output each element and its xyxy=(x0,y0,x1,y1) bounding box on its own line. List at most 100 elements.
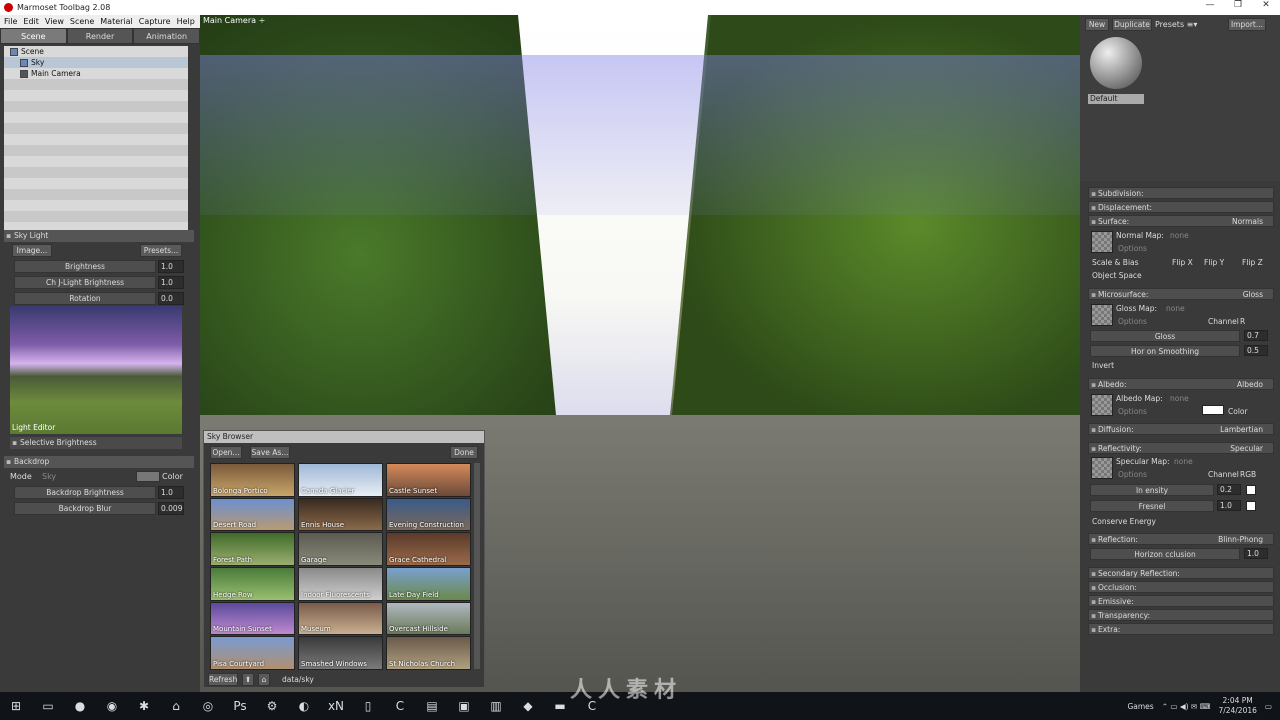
home-icon[interactable]: ⌂ xyxy=(258,672,270,686)
albedo-color-swatch[interactable] xyxy=(1202,405,1224,415)
brightness-slider[interactable]: Brightness xyxy=(14,260,156,273)
tray-icons[interactable]: ⌃ ▭ ◀) ✉ ⌨ xyxy=(1162,702,1211,711)
notification-icon[interactable]: ▭ xyxy=(1265,702,1272,711)
sky-light-header[interactable]: Sky Light xyxy=(4,230,194,242)
sky-thumbnail[interactable]: St Nicholas Church xyxy=(386,636,471,671)
flip-z-checkbox[interactable]: Flip Z xyxy=(1242,258,1263,267)
backdrop-header[interactable]: Backdrop xyxy=(4,456,194,468)
backdrop-brightness-value[interactable]: 1.0 xyxy=(158,486,184,499)
rotation-value[interactable]: 0.0 xyxy=(158,292,184,305)
sky-thumbnail[interactable]: Canada Glacier xyxy=(298,463,383,497)
child-light-brightness-value[interactable]: 1.0 xyxy=(158,276,184,289)
sky-thumbnail[interactable]: Bolonga Portico xyxy=(210,463,295,497)
sky-thumbnail[interactable]: Pisa Courtyard xyxy=(210,636,295,671)
presets-button[interactable]: Presets... xyxy=(140,244,182,257)
albedo-section[interactable]: Albedo:Albedo xyxy=(1088,378,1274,390)
specular-map-options[interactable]: Options xyxy=(1118,470,1147,479)
taskbar-app-icon[interactable]: xN xyxy=(325,695,347,717)
normal-map-slot[interactable] xyxy=(1091,231,1113,253)
taskbar-app-icon[interactable]: ▤ xyxy=(421,695,443,717)
taskbar-app-icon[interactable]: ✱ xyxy=(133,695,155,717)
tree-item-sky[interactable]: Sky xyxy=(4,57,188,68)
close-button[interactable]: ✕ xyxy=(1252,0,1280,15)
games-label[interactable]: Games xyxy=(1127,702,1153,711)
sky-thumbnail[interactable]: Evening Construction xyxy=(386,497,471,532)
done-button[interactable]: Done xyxy=(450,446,478,459)
sky-thumbnail[interactable]: Desert Road xyxy=(210,497,295,532)
menu-help[interactable]: Help xyxy=(177,17,195,26)
intensity-value[interactable]: 0.2 xyxy=(1217,484,1241,495)
new-material-button[interactable]: New xyxy=(1085,18,1109,31)
refresh-button[interactable]: Refresh xyxy=(208,672,238,686)
material-name[interactable]: Default xyxy=(1088,94,1144,104)
reflection-section[interactable]: Reflection:Blinn-Phong xyxy=(1088,533,1274,545)
fresnel-color-swatch[interactable] xyxy=(1246,501,1256,511)
minimize-button[interactable]: — xyxy=(1196,0,1224,15)
clock[interactable]: 2:04 PM 7/24/2016 xyxy=(1218,696,1256,716)
light-editor-label[interactable]: Light Editor xyxy=(12,423,55,432)
mode-select[interactable]: Sky xyxy=(42,472,56,481)
taskbar-app-icon[interactable]: ▭ xyxy=(37,695,59,717)
surface-section[interactable]: Surface:Normals xyxy=(1088,215,1274,227)
sky-thumbnail[interactable]: Hedge Row xyxy=(210,567,295,601)
material-sphere-preview[interactable] xyxy=(1090,37,1142,89)
conserve-energy-checkbox[interactable]: Conserve Energy xyxy=(1092,517,1156,526)
maximize-button[interactable]: ❐ xyxy=(1224,0,1252,15)
tree-item-main-camera[interactable]: Main Camera xyxy=(4,68,188,79)
sky-thumbnail[interactable]: Overcast Hillside xyxy=(386,601,471,636)
microsurface-section[interactable]: Microsurface:Gloss xyxy=(1088,288,1274,300)
taskbar-app-icon[interactable]: ▯ xyxy=(357,695,379,717)
menu-file[interactable]: File xyxy=(4,17,17,26)
taskbar-app-icon[interactable]: ⌂ xyxy=(165,695,187,717)
gloss-value[interactable]: 0.7 xyxy=(1244,330,1268,341)
albedo-map-options[interactable]: Options xyxy=(1118,407,1147,416)
sky-thumbnail[interactable]: Grace Cathedral xyxy=(386,532,471,567)
menu-edit[interactable]: Edit xyxy=(23,17,39,26)
menu-view[interactable]: View xyxy=(45,17,64,26)
taskbar-app-icon[interactable]: ⊞ xyxy=(5,695,27,717)
scale-bias-checkbox[interactable]: Scale & Bias xyxy=(1092,258,1139,267)
gloss-map-options[interactable]: Options xyxy=(1118,317,1147,326)
subdivision-section[interactable]: Subdivision: xyxy=(1088,187,1274,199)
normal-map-label[interactable]: Normal Map: xyxy=(1116,231,1164,240)
child-light-brightness-slider[interactable]: Ch J-Light Brightness xyxy=(14,276,156,289)
diffusion-section-value[interactable]: Lambertian xyxy=(1220,424,1263,435)
object-space-checkbox[interactable]: Object Space xyxy=(1092,271,1142,280)
secondary-reflection-section[interactable]: Secondary Reflection: xyxy=(1088,567,1274,579)
backdrop-brightness-slider[interactable]: Backdrop Brightness xyxy=(14,486,156,499)
menu-scene[interactable]: Scene xyxy=(70,17,94,26)
sky-thumbnail[interactable]: Indoor Fluorescents xyxy=(298,567,383,601)
tree-item-scene[interactable]: Scene xyxy=(4,46,188,57)
gloss-map-slot[interactable] xyxy=(1091,304,1113,326)
extra-section[interactable]: Extra: xyxy=(1088,623,1274,635)
tab-animation[interactable]: Animation xyxy=(133,28,201,44)
taskbar-app-icon[interactable]: ◉ xyxy=(101,695,123,717)
intensity-color-swatch[interactable] xyxy=(1246,485,1256,495)
menu-capture[interactable]: Capture xyxy=(139,17,171,26)
microsurface-section-value[interactable]: Gloss xyxy=(1243,289,1263,300)
sky-browser-title[interactable]: Sky Browser xyxy=(204,431,484,443)
sky-thumbnail[interactable]: Castle Sunset xyxy=(386,463,471,497)
sky-thumbnail[interactable]: Museum xyxy=(298,601,383,636)
sky-browser-scrollbar[interactable] xyxy=(474,463,480,669)
tab-render[interactable]: Render xyxy=(66,28,134,44)
backdrop-blur-value[interactable]: 0.009 xyxy=(158,502,184,515)
taskbar-app-icon[interactable]: ● xyxy=(69,695,91,717)
diffusion-section[interactable]: Diffusion:Lambertian xyxy=(1088,423,1274,435)
taskbar-app-icon[interactable]: ▬ xyxy=(549,695,571,717)
emissive-section[interactable]: Emissive: xyxy=(1088,595,1274,607)
gloss-slider[interactable]: Gloss xyxy=(1090,330,1240,342)
gloss-channel-value[interactable]: R xyxy=(1240,317,1245,326)
sky-thumbnail[interactable]: Late Day Field xyxy=(386,567,471,601)
taskbar-app-icon[interactable]: C xyxy=(389,695,411,717)
sky-thumbnail[interactable]: Garage xyxy=(298,532,383,567)
up-folder-icon[interactable]: ⬆ xyxy=(242,672,254,686)
taskbar-app-icon[interactable]: ◎ xyxy=(197,695,219,717)
duplicate-material-button[interactable]: Duplicate xyxy=(1112,18,1152,31)
sky-thumbnail[interactable]: Smashed Windows xyxy=(298,636,383,671)
specular-map-slot[interactable] xyxy=(1091,457,1113,479)
menu-material[interactable]: Material xyxy=(100,17,133,26)
image-button[interactable]: Image... xyxy=(12,244,52,257)
camera-selector[interactable]: Main Camera ÷ xyxy=(203,16,265,25)
taskbar-app-icon[interactable]: ⚙ xyxy=(261,695,283,717)
